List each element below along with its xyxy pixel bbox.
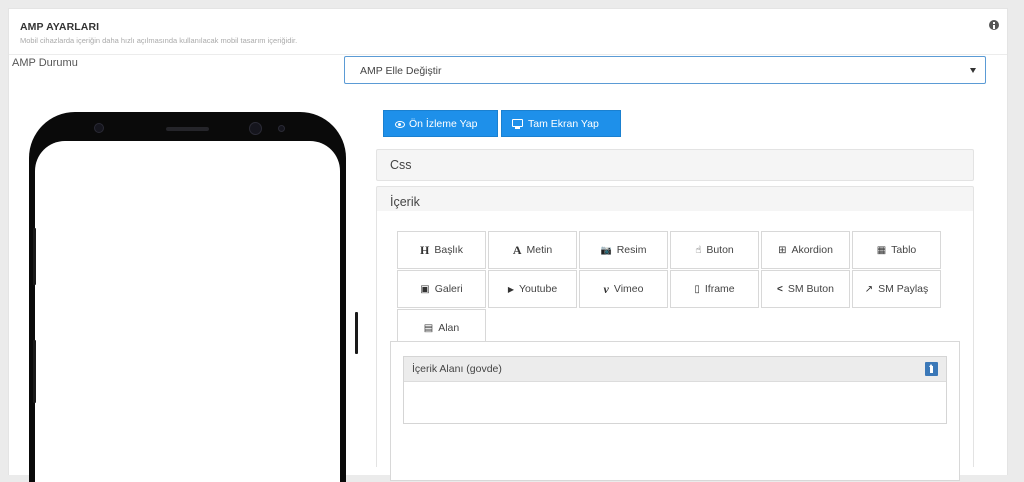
front-camera-icon — [94, 123, 104, 133]
amp-status-select[interactable]: AMP Elle Değiştir — [344, 56, 986, 84]
content-section-title: İçerik — [390, 195, 420, 209]
fullscreen-button-label: Tam Ekran Yap — [528, 118, 599, 130]
font-icon: A — [512, 242, 522, 257]
tool-label: Galeri — [434, 283, 463, 295]
eye-icon — [395, 121, 405, 128]
tool-metin[interactable]: A Metin — [488, 231, 577, 269]
preview-button[interactable]: Ön İzleme Yap — [383, 110, 498, 137]
sensor-dot-icon — [278, 125, 285, 132]
file-text-icon: ▤ — [423, 322, 434, 334]
heading-icon: H — [420, 242, 430, 257]
pointer-icon: ☝ — [695, 244, 702, 256]
tool-label: Alan — [438, 322, 460, 334]
youtube-icon: ▶ — [507, 284, 514, 294]
tool-label: Resim — [616, 244, 647, 256]
tool-label: Başlık — [434, 244, 463, 256]
panel-subtitle: Mobil cihazlarda içeriğin daha hızlı açı… — [20, 36, 298, 45]
tool-label: Metin — [526, 244, 553, 256]
tool-label: Iframe — [704, 283, 735, 295]
phone-preview — [29, 112, 346, 482]
css-section-title: Css — [390, 158, 412, 172]
tool-label: Tablo — [891, 244, 917, 256]
phone-screen — [35, 141, 340, 482]
fullscreen-button[interactable]: Tam Ekran Yap — [501, 110, 621, 137]
content-area-govde[interactable]: İçerik Alanı (govde) — [403, 356, 947, 424]
speaker-grille — [166, 127, 209, 131]
plus-square-icon: ⊞ — [778, 244, 787, 256]
phone-side-button — [33, 340, 36, 403]
share-alt-icon: < — [777, 283, 783, 295]
tool-youtube[interactable]: ▶ Youtube — [488, 270, 577, 308]
tool-label: Vimeo — [613, 283, 644, 295]
table-icon: ▦ — [876, 244, 887, 256]
tool-buton[interactable]: ☝ Buton — [670, 231, 759, 269]
tool-sm-buton[interactable]: < SM Buton — [761, 270, 850, 308]
tool-label: Buton — [706, 244, 734, 256]
monitor-icon — [512, 119, 523, 129]
phone-side-button — [33, 228, 36, 285]
tool-galeri[interactable]: ▣ Galeri — [397, 270, 486, 308]
tool-baslik[interactable]: H Başlık — [397, 231, 486, 269]
tool-label: SM Buton — [787, 283, 834, 295]
phone-power-button — [355, 312, 358, 354]
info-icon[interactable] — [989, 20, 999, 30]
tool-iframe[interactable]: ▯ Iframe — [670, 270, 759, 308]
image-icon: ▣ — [420, 283, 430, 295]
panel-header: AMP AYARLARI Mobil cihazlarda içeriğin d… — [9, 9, 1007, 55]
preview-button-label: Ön İzleme Yap — [409, 118, 478, 130]
move-up-icon[interactable] — [925, 362, 938, 376]
vimeo-icon: v — [603, 281, 609, 296]
content-area-header: İçerik Alanı (govde) — [404, 357, 946, 382]
amp-status-value: AMP Elle Değiştir — [360, 65, 442, 77]
tool-label: Youtube — [519, 283, 558, 295]
panel-title: AMP AYARLARI — [20, 21, 100, 33]
tool-sm-paylas[interactable]: ↗ SM Paylaş — [852, 270, 941, 308]
camera-icon: 📷 — [600, 244, 612, 255]
amp-status-label: AMP Durumu — [12, 57, 78, 69]
tool-vimeo[interactable]: v Vimeo — [579, 270, 668, 308]
tool-resim[interactable]: 📷 Resim — [579, 231, 668, 269]
tool-tablo[interactable]: ▦ Tablo — [852, 231, 941, 269]
tool-label: SM Paylaş — [878, 283, 929, 295]
css-section-header[interactable]: Css — [376, 149, 974, 181]
share-icon: ↗ — [864, 283, 874, 295]
tool-akordion[interactable]: ⊞ Akordion — [761, 231, 850, 269]
chevron-down-icon — [970, 68, 976, 73]
tool-label: Akordion — [791, 244, 833, 256]
sensor-icon — [249, 122, 262, 135]
content-area-title: İçerik Alanı (govde) — [412, 363, 502, 375]
map-icon: ▯ — [694, 283, 700, 295]
